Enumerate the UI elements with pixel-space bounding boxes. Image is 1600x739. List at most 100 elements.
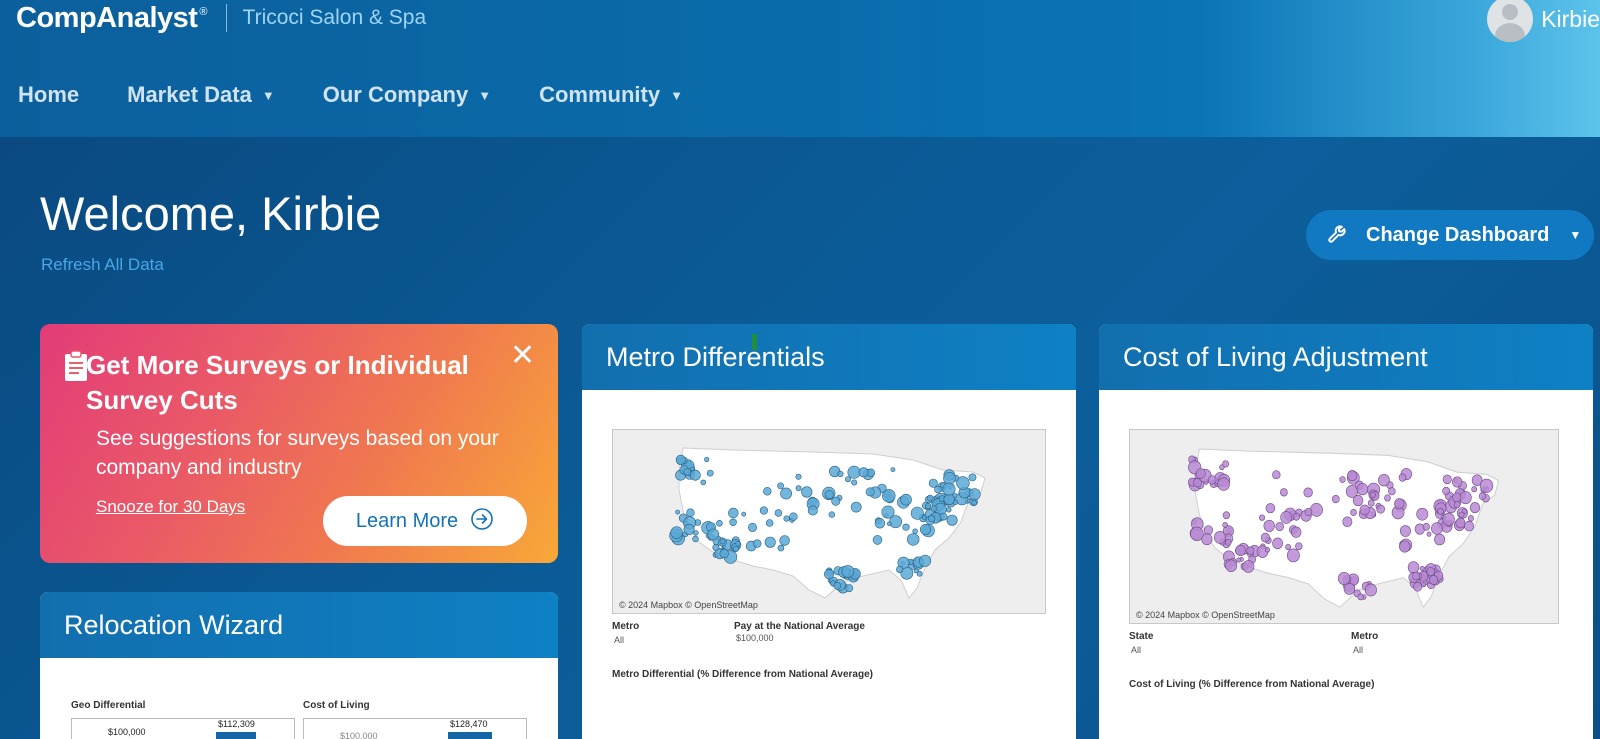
avatar[interactable] bbox=[1487, 0, 1534, 42]
map-dot[interactable] bbox=[719, 538, 726, 545]
map-dot[interactable] bbox=[943, 471, 956, 485]
map-dot[interactable] bbox=[1364, 583, 1377, 597]
nav-community[interactable]: Community ▼ bbox=[539, 82, 683, 108]
map-dot[interactable] bbox=[1356, 483, 1369, 496]
learn-more-button[interactable]: Learn More bbox=[323, 496, 527, 546]
map-dot[interactable] bbox=[780, 487, 792, 500]
map-dot[interactable] bbox=[748, 522, 758, 532]
map-dot[interactable] bbox=[851, 479, 858, 486]
map-dot[interactable] bbox=[845, 476, 852, 483]
map-dot[interactable] bbox=[1426, 531, 1432, 537]
map-dot[interactable] bbox=[1451, 476, 1463, 488]
map-dot[interactable] bbox=[735, 541, 741, 547]
map-dot[interactable] bbox=[1394, 498, 1405, 510]
brand-logo[interactable]: CompAnalyst bbox=[16, 2, 198, 35]
map-dot[interactable] bbox=[956, 476, 970, 490]
map-dot[interactable] bbox=[919, 524, 931, 536]
map-dot[interactable] bbox=[833, 582, 842, 590]
map-dot[interactable] bbox=[1458, 511, 1465, 518]
state-filter-value[interactable]: All bbox=[1131, 645, 1141, 655]
map-dot[interactable] bbox=[828, 511, 836, 518]
map-dot[interactable] bbox=[1203, 525, 1213, 536]
map-dot[interactable] bbox=[1236, 557, 1241, 563]
map-dot[interactable] bbox=[1412, 571, 1421, 581]
map-dot[interactable] bbox=[931, 505, 938, 512]
map-dot[interactable] bbox=[1407, 561, 1420, 574]
map-dot[interactable] bbox=[1367, 499, 1375, 507]
map-dot[interactable] bbox=[1222, 521, 1228, 528]
map-dot[interactable] bbox=[926, 494, 934, 502]
map-dot[interactable] bbox=[795, 485, 802, 492]
map-dot[interactable] bbox=[896, 565, 904, 573]
map-dot[interactable] bbox=[1195, 468, 1206, 479]
map-dot[interactable] bbox=[1222, 511, 1231, 520]
metro-filter-value[interactable]: All bbox=[614, 635, 624, 645]
map-dot[interactable] bbox=[1426, 567, 1435, 576]
map-dot[interactable] bbox=[902, 523, 910, 531]
map-dot[interactable] bbox=[1434, 533, 1446, 546]
map-dot[interactable] bbox=[1292, 512, 1301, 521]
map-dot[interactable] bbox=[1399, 540, 1411, 553]
map-dot[interactable] bbox=[1272, 537, 1283, 550]
map-dot[interactable] bbox=[1378, 473, 1390, 487]
map-dot[interactable] bbox=[1295, 542, 1303, 551]
map-dot[interactable] bbox=[716, 520, 723, 527]
map-dot[interactable] bbox=[683, 523, 695, 535]
map-dot[interactable] bbox=[1193, 478, 1202, 488]
user-name[interactable]: Kirbie bbox=[1541, 6, 1600, 33]
map-dot[interactable] bbox=[1398, 473, 1407, 482]
map-dot[interactable] bbox=[1442, 474, 1452, 485]
map-dot[interactable] bbox=[946, 507, 952, 513]
map-dot[interactable] bbox=[971, 500, 977, 506]
map-dot[interactable] bbox=[837, 470, 844, 478]
map-dot[interactable] bbox=[919, 554, 932, 567]
map-dot[interactable] bbox=[795, 473, 802, 480]
map-dot[interactable] bbox=[1357, 593, 1364, 601]
map-dot[interactable] bbox=[1464, 520, 1475, 532]
map-dot[interactable] bbox=[789, 512, 798, 521]
map-dot[interactable] bbox=[765, 519, 774, 527]
map-dot[interactable] bbox=[1455, 517, 1466, 529]
map-dot[interactable] bbox=[801, 486, 813, 498]
map-dot[interactable] bbox=[753, 539, 762, 548]
map-dot[interactable] bbox=[1272, 470, 1281, 480]
map-dot[interactable] bbox=[847, 465, 861, 479]
map-dot[interactable] bbox=[670, 526, 683, 539]
geo-differential-chart[interactable]: $100,000 $112,309 bbox=[71, 718, 295, 739]
map-dot[interactable] bbox=[1471, 486, 1478, 493]
map-dot[interactable] bbox=[942, 482, 956, 496]
map-dot[interactable] bbox=[881, 505, 895, 519]
map-dot[interactable] bbox=[1285, 544, 1291, 551]
map-dot[interactable] bbox=[900, 493, 912, 506]
map-dot[interactable] bbox=[1350, 508, 1357, 516]
map-dot[interactable] bbox=[689, 469, 701, 481]
refresh-all-data-link[interactable]: Refresh All Data bbox=[41, 255, 164, 275]
map-dot[interactable] bbox=[1422, 523, 1430, 531]
map-dot[interactable] bbox=[934, 485, 942, 494]
cost-of-living-chart[interactable]: $100,000 $128,470 bbox=[303, 718, 527, 739]
map-dot[interactable] bbox=[968, 473, 977, 482]
map-dot[interactable] bbox=[1242, 560, 1255, 573]
map-dot[interactable] bbox=[1429, 575, 1439, 585]
map-dot[interactable] bbox=[1219, 464, 1225, 471]
map-dot[interactable] bbox=[777, 544, 785, 552]
map-dot[interactable] bbox=[939, 512, 948, 521]
map-dot[interactable] bbox=[824, 569, 835, 580]
map-dot[interactable] bbox=[1264, 546, 1270, 553]
map-dot[interactable] bbox=[706, 469, 714, 477]
map-dot[interactable] bbox=[704, 456, 710, 463]
map-dot[interactable] bbox=[1376, 504, 1385, 514]
change-dashboard-button[interactable]: Change Dashboard ▼ bbox=[1306, 210, 1594, 260]
map-dot[interactable] bbox=[1459, 491, 1472, 505]
map-dot[interactable] bbox=[850, 501, 862, 513]
map-dot[interactable] bbox=[707, 528, 720, 541]
map-dot[interactable] bbox=[1225, 559, 1238, 572]
map-dot[interactable] bbox=[741, 511, 747, 517]
map-dot[interactable] bbox=[1478, 492, 1486, 501]
map-dot[interactable] bbox=[1399, 525, 1411, 537]
map-dot[interactable] bbox=[692, 535, 699, 543]
map-dot[interactable] bbox=[968, 488, 981, 501]
map-dot[interactable] bbox=[1286, 548, 1300, 563]
map-dot[interactable] bbox=[824, 489, 834, 500]
nav-market-data[interactable]: Market Data ▼ bbox=[127, 82, 275, 108]
